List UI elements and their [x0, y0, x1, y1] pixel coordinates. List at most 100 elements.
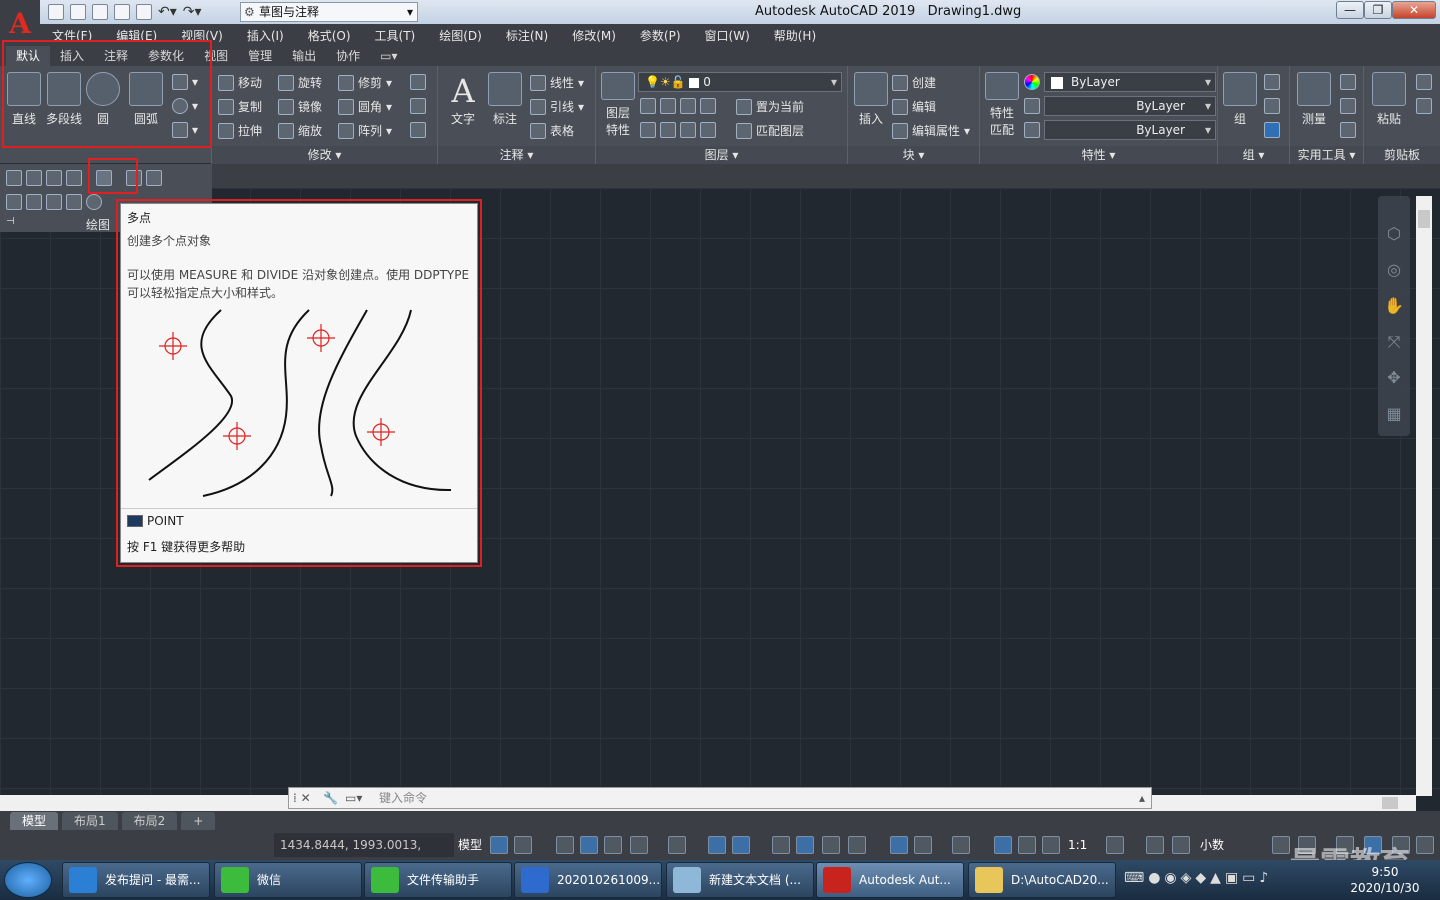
undo-icon[interactable]: ↶▾	[158, 4, 177, 20]
panel-layers-title[interactable]: 图层 ▾	[596, 146, 847, 164]
lineweight-icon[interactable]	[772, 836, 790, 854]
menu-help[interactable]: 帮助(H)	[762, 27, 828, 44]
trim-button[interactable]: 修剪 ▾	[338, 74, 392, 91]
taskbar-folder[interactable]: D:\AutoCAD20...	[968, 862, 1116, 898]
group-edit-icon[interactable]	[1264, 98, 1280, 114]
units-select[interactable]: 小数	[1200, 836, 1224, 854]
save-icon[interactable]	[92, 4, 108, 20]
isodraft-icon[interactable]	[668, 836, 686, 854]
annotation-scale-select[interactable]: 1:1	[1068, 836, 1087, 854]
tab-model[interactable]: 模型	[10, 812, 59, 830]
match-properties-button[interactable]: 特性 匹配	[984, 72, 1020, 138]
linear-button[interactable]: 线性 ▾	[530, 74, 584, 91]
selection-filter-icon[interactable]	[914, 836, 932, 854]
pin-icon[interactable]: ⊣	[6, 216, 15, 227]
dynamic-ucs-icon[interactable]	[890, 836, 908, 854]
move-button[interactable]: 移动	[218, 74, 262, 91]
fillet-button[interactable]: 圆角 ▾	[338, 98, 392, 115]
ungroup-icon[interactable]	[1264, 74, 1280, 90]
nav-tools[interactable]: ⬡ ◎ ✋ ⤧ ✥ ▦	[1384, 216, 1404, 432]
taskbar-autocad[interactable]: Autodesk Aut...	[816, 862, 964, 898]
linetype-select[interactable]: ByLayer	[1044, 96, 1216, 116]
command-line[interactable]: ⁞ ✕ 🔧 ▭▾ 键入命令 ▴	[288, 787, 1152, 809]
measure-button[interactable]: 测量	[1294, 72, 1334, 127]
group-button[interactable]: 组	[1222, 72, 1258, 127]
scale-button[interactable]: 缩放	[278, 122, 322, 139]
snap-icon[interactable]	[514, 836, 532, 854]
menu-draw[interactable]: 绘图(D)	[427, 27, 494, 44]
tab-collaborate[interactable]: 协作	[326, 46, 370, 66]
group-select-icon[interactable]	[1264, 122, 1280, 138]
match-layer-button[interactable]: 匹配图层	[736, 122, 804, 139]
new-file-icon[interactable]	[48, 4, 64, 20]
object-snap-tracking-icon[interactable]	[708, 836, 726, 854]
taskbar-ie[interactable]: 发布提问 - 最需...	[62, 862, 210, 898]
command-input[interactable]: 键入命令	[379, 788, 427, 808]
layer-tools-row2[interactable]	[640, 122, 716, 138]
copy-button[interactable]: 复制	[218, 98, 262, 115]
vscroll-thumb[interactable]	[1418, 210, 1430, 228]
open-file-icon[interactable]	[70, 4, 86, 20]
polar-icon[interactable]	[630, 836, 648, 854]
plot-icon[interactable]	[136, 4, 152, 20]
panel-block-title[interactable]: 块 ▾	[848, 146, 979, 164]
set-current-button[interactable]: 置为当前	[736, 98, 804, 115]
array-button[interactable]: 阵列 ▾	[338, 122, 392, 139]
save-as-icon[interactable]	[114, 4, 130, 20]
select-all-icon[interactable]	[1340, 98, 1356, 114]
minimize-button[interactable]: —	[1336, 1, 1364, 19]
lineweight-select[interactable]: ByLayer	[1044, 120, 1216, 140]
leader-button[interactable]: 引线 ▾	[530, 98, 584, 115]
model-space-button[interactable]: 模型	[458, 836, 482, 854]
wrench-icon[interactable]: 🔧	[323, 788, 338, 808]
taskbar-notepad[interactable]: 新建文本文档 (...	[666, 862, 814, 898]
menu-modify[interactable]: 修改(M)	[560, 27, 628, 44]
text-button[interactable]: A 文字	[444, 72, 482, 127]
infer-constraints-icon[interactable]	[556, 836, 574, 854]
annotation-scale-icon[interactable]	[1042, 836, 1060, 854]
create-block-button[interactable]: 创建	[892, 74, 936, 91]
draw-extra-row1[interactable]	[6, 170, 162, 186]
auto-scale-icon[interactable]	[1018, 836, 1036, 854]
cut-icon[interactable]	[1416, 74, 1432, 90]
vertical-scrollbar[interactable]	[1416, 196, 1432, 796]
hscroll-thumb[interactable]	[1382, 797, 1398, 809]
panel-clipboard-title[interactable]: 剪贴板	[1364, 146, 1440, 164]
layer-tools-row1[interactable]	[640, 98, 716, 114]
object-snap-icon[interactable]	[732, 836, 750, 854]
dimension-button[interactable]: 标注	[486, 72, 524, 127]
copy-clip-icon[interactable]	[1416, 98, 1432, 114]
draw-extra-row2[interactable]	[6, 194, 102, 210]
customization-icon[interactable]	[1416, 836, 1434, 854]
menu-dimension[interactable]: 标注(N)	[494, 27, 560, 44]
menu-parametric[interactable]: 参数(P)	[628, 27, 693, 44]
panel-utilities-title[interactable]: 实用工具 ▾	[1290, 146, 1363, 164]
layer-properties-button[interactable]: 图层 特性	[600, 72, 636, 138]
paste-button[interactable]: 粘贴	[1370, 72, 1408, 127]
dynamic-input-icon[interactable]	[580, 836, 598, 854]
tab-layout2[interactable]: 布局2	[121, 812, 178, 830]
system-tray-icons[interactable]: ⌨●◉◈◆▲▣▭♪	[1124, 870, 1272, 886]
panel-modify-title[interactable]: 修改 ▾	[212, 146, 437, 164]
gizmo-icon[interactable]	[952, 836, 970, 854]
add-layout-button[interactable]: +	[181, 812, 216, 830]
clock[interactable]: 9:50 2020/10/30	[1350, 864, 1420, 896]
layer-select[interactable]: 💡☀🔓 0	[638, 72, 842, 92]
taskbar-word-doc[interactable]: 202010261009...	[514, 862, 662, 898]
erase-icon[interactable]	[410, 74, 426, 90]
close-icon[interactable]: ⁞ ✕	[293, 788, 311, 808]
tab-layout1[interactable]: 布局1	[62, 812, 118, 830]
workspace-select[interactable]: ⚙ 草图与注释 ▾	[240, 2, 418, 22]
stretch-button[interactable]: 拉伸	[218, 122, 262, 139]
transparency-toggle-icon[interactable]	[796, 836, 814, 854]
start-button[interactable]	[4, 862, 52, 898]
taskbar-file-transfer[interactable]: 文件传输助手	[364, 862, 512, 898]
tab-manage[interactable]: 管理	[238, 46, 282, 66]
gear-icon[interactable]	[1106, 836, 1124, 854]
panel-groups-title[interactable]: 组 ▾	[1218, 146, 1289, 164]
menu-window[interactable]: 窗口(W)	[693, 27, 762, 44]
taskbar-wechat[interactable]: 微信	[214, 862, 362, 898]
explode-icon[interactable]	[410, 98, 426, 114]
list-icon[interactable]	[1024, 98, 1040, 114]
quick-properties-icon[interactable]	[1272, 836, 1290, 854]
